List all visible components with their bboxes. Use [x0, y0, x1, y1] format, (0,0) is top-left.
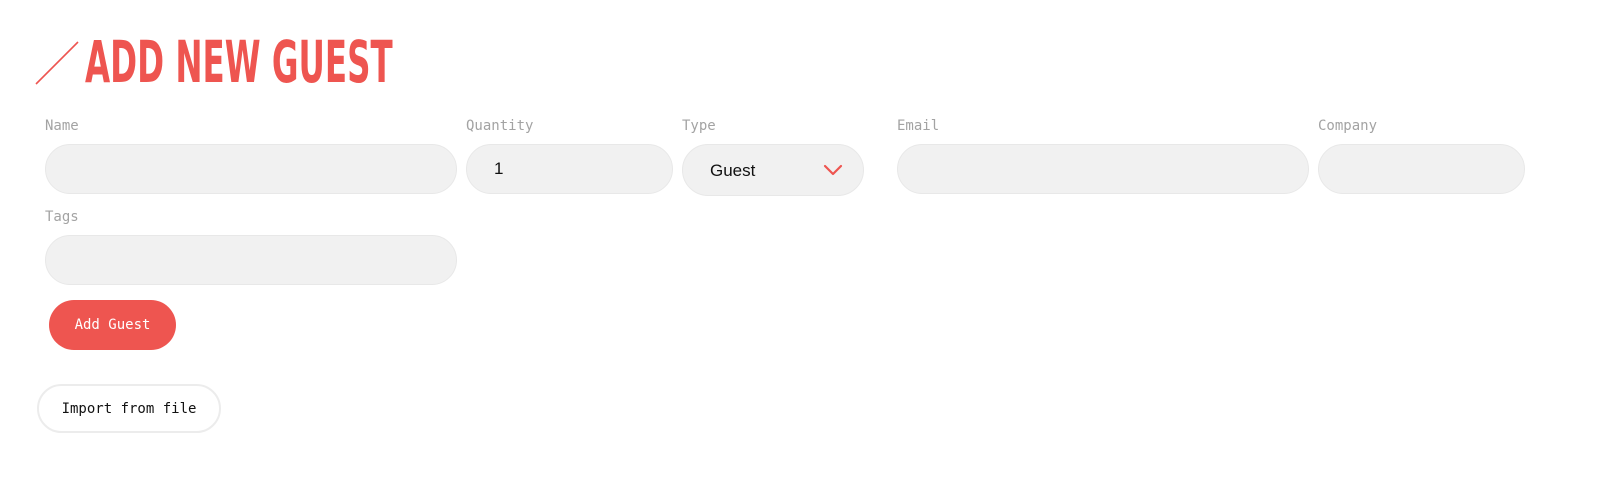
email-input[interactable]	[897, 144, 1309, 194]
email-label: Email	[897, 118, 940, 134]
tags-input[interactable]	[45, 235, 457, 285]
import-from-file-button[interactable]: Import from file	[37, 384, 221, 433]
type-select-value: Guest	[710, 161, 756, 180]
chevron-down-icon	[823, 164, 843, 176]
quantity-input[interactable]	[466, 144, 673, 194]
name-input[interactable]	[45, 144, 457, 194]
tags-label: Tags	[45, 209, 79, 225]
company-input[interactable]	[1318, 144, 1525, 194]
company-label: Company	[1318, 118, 1378, 134]
add-guest-button[interactable]: Add Guest	[49, 300, 176, 350]
name-label: Name	[45, 118, 79, 134]
slash-icon	[35, 41, 79, 85]
quantity-label: Quantity	[466, 118, 534, 134]
type-select[interactable]: Guest	[682, 144, 864, 196]
page-title: ADD NEW GUEST	[85, 28, 393, 96]
type-label: Type	[682, 118, 716, 134]
